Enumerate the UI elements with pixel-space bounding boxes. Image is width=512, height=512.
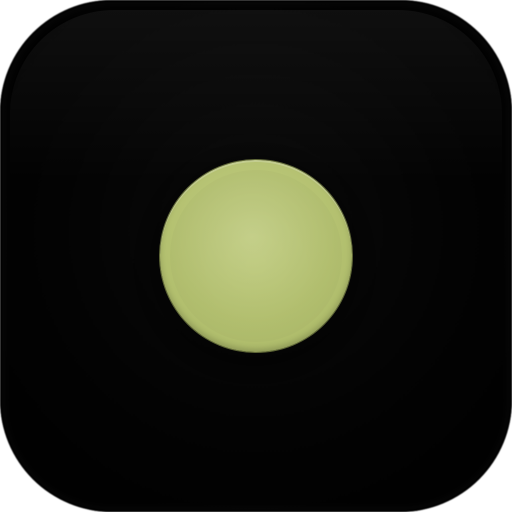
icon-canvas: [0, 0, 512, 512]
center-dot-icon: [160, 160, 352, 352]
